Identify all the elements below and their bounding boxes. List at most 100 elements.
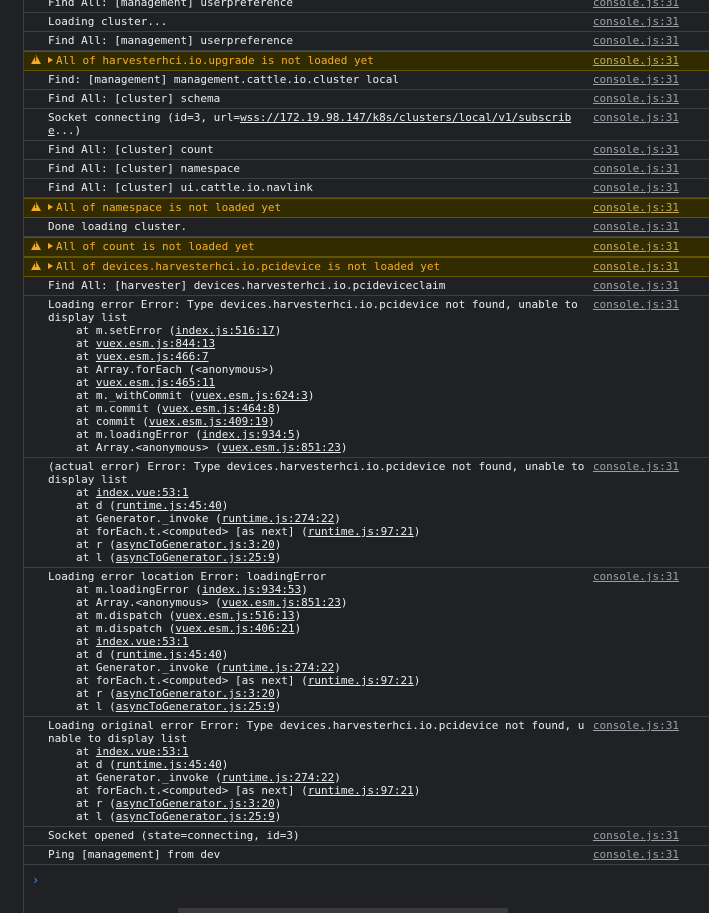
source-file-link[interactable]: console.js:31 [593, 34, 679, 47]
stack-frame: at commit (vuex.esm.js:409:19) [48, 415, 703, 428]
expand-triangle-icon[interactable] [48, 263, 53, 269]
source-link[interactable]: index.vue:53:1 [96, 745, 189, 758]
message-text: Find All: [management] userpreference [48, 0, 294, 9]
source-link[interactable]: runtime.js:97:21 [308, 674, 414, 687]
source-file-link[interactable]: console.js:31 [593, 829, 679, 842]
stack-frame: at l (asyncToGenerator.js:25:9) [48, 551, 703, 564]
source-link[interactable]: vuex.esm.js:406:21 [175, 622, 294, 635]
stack-frame: at vuex.esm.js:466:7 [48, 350, 703, 363]
console-message: Loading cluster... [48, 15, 591, 28]
source-link[interactable]: index.js:934:5 [202, 428, 295, 441]
source-file-link[interactable]: console.js:31 [593, 279, 679, 292]
message-text: at forEach.t.<computed> [as next] ( [76, 674, 308, 687]
message-text: at r ( [76, 687, 116, 700]
source-link[interactable]: runtime.js:45:40 [116, 758, 222, 771]
source-link[interactable]: asyncToGenerator.js:25:9 [116, 810, 275, 823]
console-messages: Find All: [management] userpreference con… [24, 0, 709, 865]
message-text: All of namespace is not loaded yet [56, 201, 282, 214]
source-file-link[interactable]: console.js:31 [593, 260, 679, 273]
message-text: at forEach.t.<computed> [as next] ( [76, 525, 308, 538]
source-link[interactable]: vuex.esm.js:844:13 [96, 337, 215, 350]
source-link[interactable]: index.js:934:53 [202, 583, 301, 596]
message-text: ) [307, 389, 315, 402]
source-link[interactable]: asyncToGenerator.js:25:9 [116, 551, 275, 564]
source-file-link[interactable]: console.js:31 [593, 15, 679, 28]
message-text: ) [274, 797, 282, 810]
expand-triangle-icon[interactable] [48, 243, 53, 249]
source-link[interactable]: runtime.js:274:22 [222, 771, 335, 784]
source-link[interactable]: asyncToGenerator.js:3:20 [116, 687, 275, 700]
source-file-link[interactable]: console.js:31 [593, 162, 679, 175]
message-text: ) [274, 687, 282, 700]
source-file-link[interactable]: console.js:31 [593, 460, 679, 473]
message-text: at l ( [76, 810, 116, 823]
message-text: Ping [management] from dev [48, 848, 221, 861]
source-file-link[interactable]: console.js:31 [593, 220, 679, 233]
source-link[interactable]: runtime.js:45:40 [116, 499, 222, 512]
source-link[interactable]: runtime.js:274:22 [222, 512, 335, 525]
source-file-link[interactable]: console.js:31 [593, 201, 679, 214]
horizontal-scrollbar[interactable] [178, 908, 508, 913]
console-message: Find: [management] management.cattle.io.… [48, 73, 591, 86]
source-file-link[interactable]: console.js:31 [593, 570, 679, 583]
message-text: at m.setError ( [76, 324, 176, 337]
source-link[interactable]: vuex.esm.js:851:23 [222, 441, 341, 454]
source-file-link[interactable]: console.js:31 [593, 181, 679, 194]
message-text: ) [268, 415, 275, 428]
console-log-row: Find All: [cluster] count console.js:31 [24, 141, 709, 160]
source-link[interactable]: vuex.esm.js:409:19 [149, 415, 268, 428]
console-warning-row: All of namespace is not loaded yet consol… [24, 198, 709, 218]
source-link[interactable]: vuex.esm.js:624:3 [195, 389, 308, 402]
expand-triangle-icon[interactable] [48, 57, 53, 63]
source-link[interactable]: runtime.js:97:21 [308, 784, 414, 797]
stack-frame: at m.loadingError (index.js:934:5) [48, 428, 703, 441]
stack-frame: at Generator._invoke (runtime.js:274:22) [48, 512, 703, 525]
console-log-row: Find All: [harvester] devices.harvesterh… [24, 277, 709, 296]
prompt-caret-icon: › [32, 873, 40, 887]
message-text: at Generator._invoke ( [76, 512, 222, 525]
console-prompt[interactable]: › [24, 871, 709, 901]
stack-frame: at r (asyncToGenerator.js:3:20) [48, 687, 703, 700]
source-file-link[interactable]: console.js:31 [593, 143, 679, 156]
console-log-row: Socket opened (state=connecting, id=3) co… [24, 827, 709, 846]
source-link[interactable]: asyncToGenerator.js:3:20 [116, 797, 275, 810]
message-text: at m.loadingError ( [76, 583, 202, 596]
source-link[interactable]: asyncToGenerator.js:3:20 [116, 538, 275, 551]
source-file-link[interactable]: console.js:31 [593, 298, 679, 311]
source-link[interactable]: runtime.js:97:21 [308, 525, 414, 538]
stack-frame: at m.dispatch (vuex.esm.js:406:21) [48, 622, 703, 635]
source-file-link[interactable]: console.js:31 [593, 848, 679, 861]
console-message: Find All: [cluster] count [48, 143, 591, 156]
console-log-row: Loading error location Error: loadingErr… [24, 568, 709, 717]
source-file-link[interactable]: console.js:31 [593, 111, 679, 124]
source-file-link[interactable]: console.js:31 [593, 92, 679, 105]
source-file-link[interactable]: console.js:31 [593, 54, 679, 67]
message-text: at commit ( [76, 415, 149, 428]
message-text: ) [274, 810, 282, 823]
source-file-link[interactable]: console.js:31 [593, 719, 679, 732]
message-text: Socket opened (state=connecting, id=3) [48, 829, 300, 842]
console-log-row: Find All: [management] userpreference con… [24, 32, 709, 51]
source-link[interactable]: index.vue:53:1 [96, 486, 189, 499]
message-text: at [76, 350, 96, 363]
source-file-link[interactable]: console.js:31 [593, 0, 679, 9]
source-link[interactable]: vuex.esm.js:516:13 [175, 609, 294, 622]
source-link[interactable]: vuex.esm.js:466:7 [96, 350, 209, 363]
source-file-link[interactable]: console.js:31 [593, 240, 679, 253]
console-message: All of harvesterhci.io.upgrade is not lo… [48, 54, 591, 67]
source-file-link[interactable]: console.js:31 [593, 73, 679, 86]
stack-frame: at m.loadingError (index.js:934:53) [48, 583, 703, 596]
expand-triangle-icon[interactable] [48, 204, 53, 210]
source-link[interactable]: runtime.js:274:22 [222, 661, 335, 674]
source-link[interactable]: vuex.esm.js:851:23 [222, 596, 341, 609]
source-link[interactable]: vuex.esm.js:465:11 [96, 376, 215, 389]
source-link[interactable]: index.vue:53:1 [96, 635, 189, 648]
message-text: Loading error location Error: loadingErr… [48, 570, 327, 583]
message-text: at [76, 745, 96, 758]
message-text: ) [294, 622, 302, 635]
source-link[interactable]: runtime.js:45:40 [116, 648, 222, 661]
source-link[interactable]: vuex.esm.js:464:8 [162, 402, 275, 415]
source-link[interactable]: index.js:516:17 [175, 324, 274, 337]
source-link[interactable]: asyncToGenerator.js:25:9 [116, 700, 275, 713]
message-text: Done loading cluster. [48, 220, 188, 233]
